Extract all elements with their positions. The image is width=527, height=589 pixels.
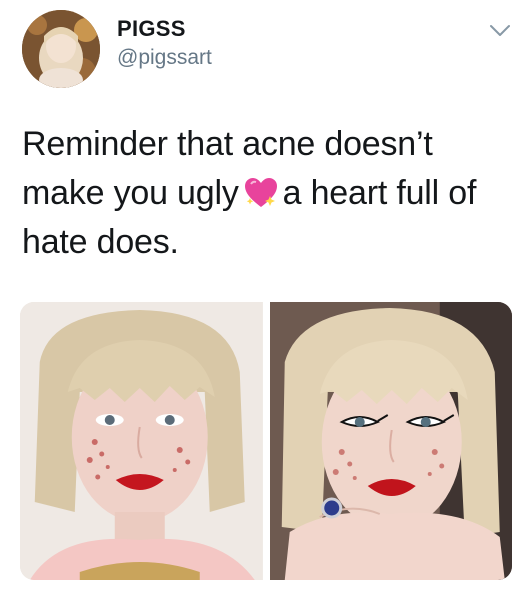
sparkling-heart-icon: [243, 175, 279, 209]
tweet-media[interactable]: [20, 302, 512, 580]
tweet-photo-2[interactable]: [269, 302, 512, 580]
tweet-photo-1[interactable]: [20, 302, 263, 580]
user-handle[interactable]: @pigssart: [117, 46, 212, 70]
tweet-text: Reminder that acne doesn’t make you ugly…: [22, 120, 512, 267]
display-name[interactable]: PIGSS: [117, 16, 186, 42]
tweet-card: PIGSS @pigssart Reminder that acne doesn…: [0, 0, 527, 589]
chevron-down-icon[interactable]: [487, 18, 513, 44]
avatar[interactable]: [22, 10, 100, 88]
avatar-image: [22, 10, 100, 88]
